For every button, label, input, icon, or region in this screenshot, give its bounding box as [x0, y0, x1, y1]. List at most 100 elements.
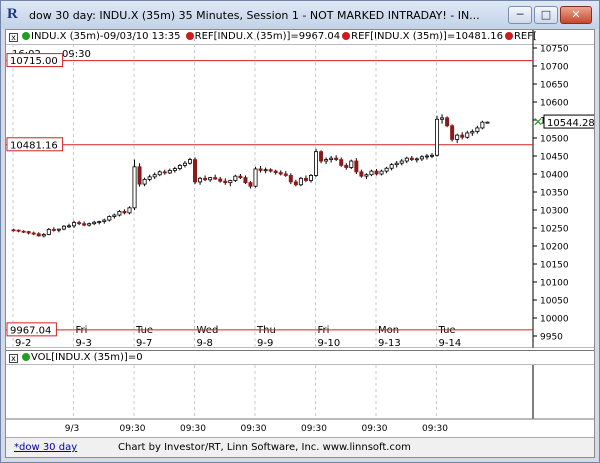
- candle-body: [399, 160, 404, 164]
- candle-body: [117, 211, 122, 216]
- day-of-week-label: Tue: [438, 325, 456, 336]
- day-date-label: 9-2: [15, 338, 31, 348]
- candle-body: [97, 221, 102, 223]
- candle-body: [374, 170, 379, 175]
- volume-time-label: 09:30: [301, 424, 327, 434]
- minimize-button[interactable]: ─: [508, 6, 532, 24]
- candle-body: [263, 169, 268, 172]
- candle-body: [107, 216, 112, 221]
- day-date-label: 9-7: [136, 338, 152, 348]
- app-logo-icon: R: [7, 6, 18, 22]
- volume-time-label: 9/3: [65, 424, 79, 434]
- title-bar[interactable]: R dow 30 day: INDU.X (35m) 35 Minutes, S…: [1, 1, 599, 29]
- candle-body: [379, 170, 384, 175]
- maximize-button[interactable]: □: [534, 6, 558, 24]
- candle-body: [419, 156, 424, 160]
- candle-body: [404, 157, 409, 162]
- chart-client-area: x INDU.X (35m)-09/03/10 13:35 REF[INDU.X …: [5, 29, 595, 458]
- candle-body: [364, 174, 369, 177]
- candle-body: [132, 166, 137, 209]
- candle-body: [31, 232, 36, 235]
- candle-body: [485, 121, 490, 124]
- y-tick-label: 9950: [540, 333, 563, 343]
- volume-chart[interactable]: 9/3 09:30 09:30 09:30 09:30 09:30 09:30: [6, 365, 594, 437]
- candle-body: [480, 121, 485, 129]
- y-tick-label: 10700: [540, 63, 569, 73]
- candle-body: [82, 223, 87, 226]
- y-tick-label: 10100: [540, 279, 569, 289]
- close-pane-icon[interactable]: x: [9, 354, 18, 363]
- chart-page-tab[interactable]: *dow 30 day: [14, 439, 77, 457]
- credit-text: Chart by Investor/RT, Linn Software, Inc…: [118, 442, 411, 453]
- candle-body: [157, 171, 162, 176]
- candle-body: [21, 230, 26, 233]
- candle-body: [455, 134, 460, 140]
- candle-body: [465, 132, 470, 138]
- y-tick-label: 10300: [540, 207, 569, 217]
- day-of-week-label: Fri: [318, 325, 330, 336]
- candle-body: [223, 180, 228, 184]
- candle-body: [273, 170, 278, 173]
- candle-body: [359, 171, 364, 177]
- candle-body: [329, 157, 334, 161]
- candle-body: [354, 160, 359, 173]
- current-price-label: 10544.28: [547, 118, 594, 129]
- candle-body: [177, 164, 182, 170]
- candle-body: [349, 160, 354, 168]
- candle-body: [142, 178, 147, 185]
- candle-body: [233, 175, 238, 181]
- y-tick-label: 10050: [540, 297, 569, 307]
- candle-body: [203, 177, 208, 181]
- y-tick-label: 10500: [540, 135, 569, 145]
- candle-body: [198, 177, 203, 183]
- day-date-label: 9-10: [318, 338, 341, 348]
- candle-body: [253, 168, 258, 187]
- candle-body: [248, 182, 253, 187]
- candle-body: [56, 228, 61, 231]
- y-tick-label: 10150: [540, 261, 569, 271]
- candle-body: [470, 131, 475, 134]
- candle-body: [167, 169, 172, 174]
- y-tick-label: 10650: [540, 81, 569, 91]
- volume-time-label: 09:30: [180, 424, 206, 434]
- volume-time-label: 09:30: [362, 424, 388, 434]
- candle-body: [450, 125, 455, 140]
- day-of-week-label: Thu: [256, 325, 276, 336]
- candle-body: [172, 168, 177, 171]
- candle-body: [36, 233, 41, 237]
- candle-body: [51, 229, 56, 231]
- candle-body: [314, 151, 319, 176]
- close-button[interactable]: ✕: [560, 6, 592, 24]
- candle-body: [409, 157, 414, 161]
- candle-body: [77, 222, 82, 225]
- day-date-label: 9-3: [76, 338, 92, 348]
- candle-body: [137, 166, 142, 185]
- candle-body: [324, 159, 329, 162]
- day-date-label: 9-14: [439, 338, 462, 348]
- candle-body: [389, 164, 394, 169]
- price-chart[interactable]: 16:02 09:30 1075010700106501060010550105…: [6, 30, 594, 348]
- volume-pane-header: x VOL[INDU.X (35m)]=0: [6, 350, 594, 365]
- candle-body: [228, 180, 233, 184]
- candle-body: [238, 175, 243, 179]
- candle-body: [147, 176, 152, 180]
- y-tick-label: 10750: [540, 45, 569, 55]
- day-date-label: 9-13: [378, 338, 401, 348]
- reference-label: 10715.00: [10, 56, 58, 67]
- time-label-right: 09:30: [62, 49, 91, 60]
- day-of-week-label: Tue: [135, 325, 153, 336]
- candle-body: [394, 162, 399, 166]
- candle-body: [429, 154, 434, 157]
- day-of-week-label: Fri: [76, 325, 88, 336]
- candle-body: [162, 171, 167, 174]
- candle-body: [298, 177, 303, 186]
- candle-body: [414, 158, 419, 161]
- candle-body: [475, 127, 480, 132]
- candle-body: [218, 178, 223, 182]
- volume-label[interactable]: VOL[INDU.X (35m)]=0: [31, 352, 143, 363]
- candle-body: [152, 174, 157, 178]
- candle-body: [445, 117, 450, 127]
- candle-body: [460, 134, 465, 138]
- y-tick-label: 10000: [540, 315, 569, 325]
- candle-body: [213, 177, 218, 180]
